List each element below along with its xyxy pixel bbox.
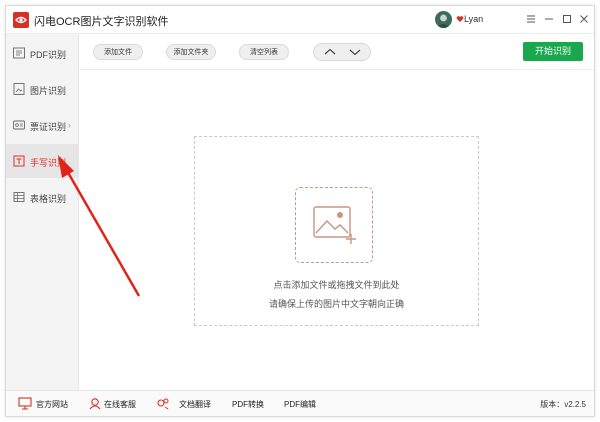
online-service-link[interactable]: 在线客服 (104, 399, 136, 410)
official-site-link[interactable]: 官方网站 (36, 399, 68, 410)
doc-translate-link[interactable]: 文档翻译 (179, 399, 211, 410)
customer-service-icon (88, 397, 102, 410)
pdf-edit-link[interactable]: PDF编辑 (284, 399, 316, 410)
annotation-arrow (58, 155, 141, 297)
footer-bar: 官方网站 在线客服 文档翻译 PDF转换 PDF编辑 版本：v2.2.5 (6, 390, 594, 416)
monitor-icon (18, 397, 32, 410)
app-window: 闪电OCR图片文字识别软件 Lyan PDF识别 图片识别 票证识别 › 手写识… (5, 5, 595, 417)
pdf-convert-link[interactable]: PDF转换 (232, 399, 264, 410)
version-label: 版本：v2.2.5 (540, 400, 586, 409)
translate-icon (156, 397, 170, 410)
